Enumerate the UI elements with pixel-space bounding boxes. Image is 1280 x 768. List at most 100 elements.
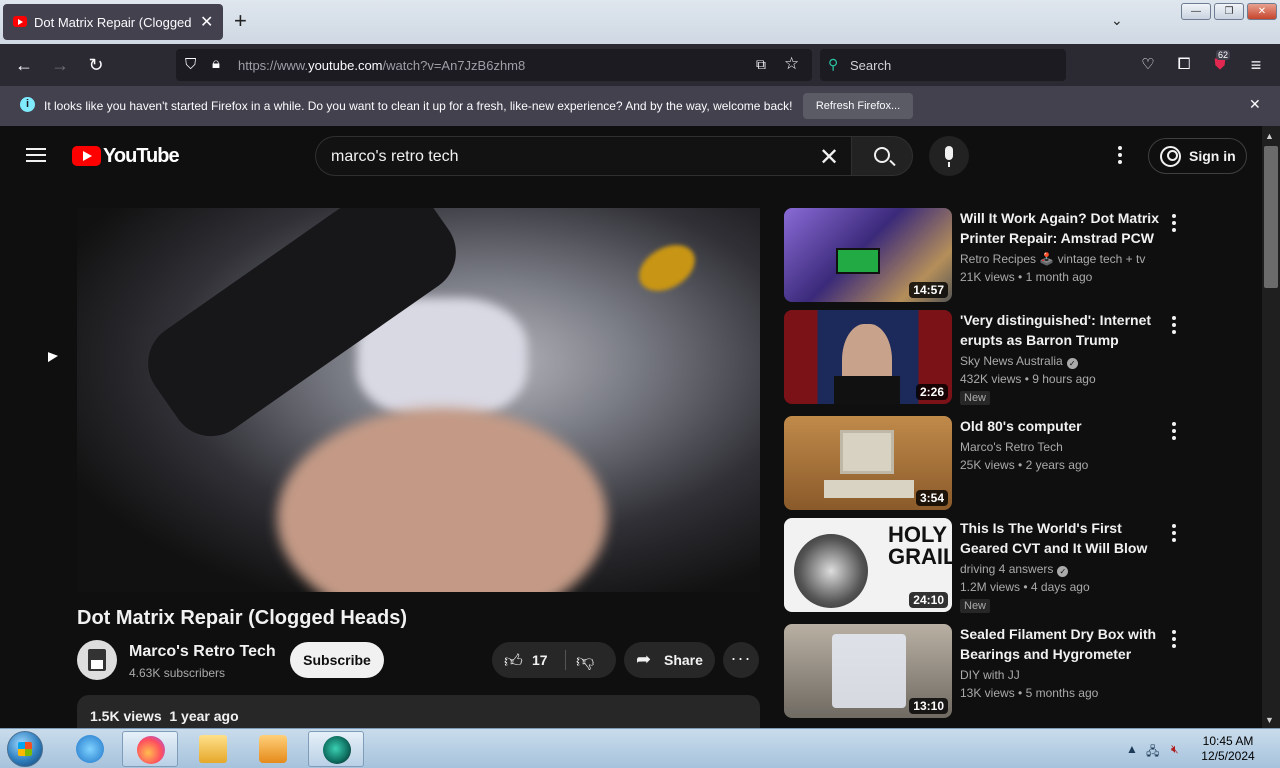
restore-button[interactable]: ❐: [1214, 3, 1244, 20]
bookmark-star-icon[interactable]: ☆: [784, 54, 799, 74]
reload-icon[interactable]: ↻: [83, 52, 109, 78]
channel-avatar[interactable]: [77, 640, 117, 680]
tracking-protection-shield-icon[interactable]: ⛉: [185, 56, 196, 73]
recommended-channel[interactable]: DIY with JJ: [960, 668, 1020, 682]
recommended-title[interactable]: Will It Work Again? Dot Matrix Printer R…: [960, 208, 1164, 248]
show-hidden-icons-icon[interactable]: ▲: [1126, 742, 1138, 756]
pocket-icon[interactable]: ♡: [1135, 52, 1161, 78]
start-button[interactable]: [7, 731, 43, 767]
youtube-search-input[interactable]: marco's retro tech ✕: [315, 136, 851, 176]
new-badge: New: [960, 391, 991, 405]
video-options-icon[interactable]: [1172, 630, 1176, 651]
video-options-icon[interactable]: [1172, 422, 1176, 443]
subscriber-count: 4.63K subscribers: [129, 666, 226, 680]
search-query[interactable]: marco's retro tech: [331, 148, 459, 166]
tab-close-icon[interactable]: ✕: [200, 12, 213, 32]
notification-close-icon[interactable]: ✕: [1249, 96, 1261, 113]
video-thumbnail[interactable]: 14:57: [784, 208, 952, 302]
refresh-firefox-button[interactable]: Refresh Firefox...: [803, 93, 913, 119]
url-bar[interactable]: ⛉ 🔒︎ https://www.youtube.com/watch?v=An7…: [176, 49, 812, 81]
video-duration: 14:57: [909, 282, 948, 298]
thumbnail-gear-shape: [794, 534, 868, 608]
guide-menu-icon[interactable]: [26, 148, 46, 162]
new-tab-button[interactable]: +: [234, 10, 247, 32]
forward-arrow-icon[interactable]: →: [47, 52, 73, 78]
recommended-video[interactable]: 13:10 Sealed Filament Dry Box with Beari…: [784, 624, 1184, 718]
browser-search-bar[interactable]: ⚲ Search: [820, 49, 1066, 81]
scrollbar-thumb[interactable]: [1264, 146, 1278, 288]
recommended-title[interactable]: This Is The World's First Geared CVT and…: [960, 518, 1164, 558]
recommended-title[interactable]: 'Very distinguished': Internet erupts as…: [960, 310, 1164, 350]
thumbnail-dry-box-shape: [832, 634, 906, 708]
media-player-taskbar-button[interactable]: [245, 731, 301, 767]
folder-icon: [199, 735, 227, 763]
recommended-channel[interactable]: Sky News Australia ✓: [960, 354, 1078, 369]
video-thumbnail[interactable]: 2:26: [784, 310, 952, 404]
description-box[interactable]: 1.5K views 1 year ago: [77, 695, 760, 728]
recommended-channel[interactable]: Retro Recipes 🕹️ vintage tech + tv: [960, 252, 1145, 266]
app-icon: [323, 736, 351, 764]
youtube-page: YouTube marco's retro tech ✕ Sign in Dot…: [0, 126, 1262, 728]
video-duration: 2:26: [915, 384, 948, 400]
browser-nav-bar: ← → ↻ ⛉ 🔒︎ https://www.youtube.com/watch…: [0, 44, 1280, 86]
firefox-icon: [137, 736, 165, 764]
close-window-button[interactable]: ✕: [1247, 3, 1277, 20]
recommended-video[interactable]: 3:54 Old 80's computer Marco's Retro Tec…: [784, 416, 1184, 510]
firefox-taskbar-button[interactable]: [122, 731, 178, 767]
video-thumbnail[interactable]: 13:10: [784, 624, 952, 718]
recommended-meta: 25K views • 2 years ago: [960, 458, 1089, 472]
thumbs-down-icon[interactable]: 👎︎: [576, 650, 594, 672]
file-explorer-taskbar-button[interactable]: [185, 731, 241, 767]
network-icon[interactable]: 🖧︎: [1146, 742, 1159, 763]
url-text[interactable]: https://www.youtube.com/watch?v=An7JzB6z…: [238, 58, 525, 73]
list-all-tabs-chevron-down-icon[interactable]: ⌄: [1111, 12, 1123, 29]
recommended-meta: 432K views • 9 hours ago: [960, 372, 1096, 386]
microphone-icon: [945, 146, 953, 160]
extensions-puzzle-icon[interactable]: ⧠: [1171, 52, 1197, 78]
channel-name[interactable]: Marco's Retro Tech: [129, 643, 276, 661]
sign-in-button[interactable]: Sign in: [1148, 138, 1247, 174]
thumbnail-printer-shape: [836, 248, 880, 274]
voice-search-button[interactable]: [929, 136, 969, 176]
browser-tab-active[interactable]: Dot Matrix Repair (Clogged Heads) - YouT…: [3, 4, 223, 40]
video-thumbnail[interactable]: 3:54: [784, 416, 952, 510]
recommended-title[interactable]: Old 80's computer: [960, 416, 1164, 436]
video-thumbnail[interactable]: HOLY GRAIL 24:10: [784, 518, 952, 612]
recommended-video[interactable]: 14:57 Will It Work Again? Dot Matrix Pri…: [784, 208, 1184, 302]
like-count[interactable]: 17: [532, 652, 548, 668]
clock-date: 12/5/2024: [1201, 749, 1255, 763]
picture-in-picture-icon[interactable]: ⧉: [756, 56, 766, 73]
lock-icon[interactable]: 🔒︎: [212, 55, 220, 72]
youtube-logo-icon[interactable]: [72, 146, 101, 166]
hamburger-menu-icon[interactable]: ≡: [1243, 52, 1269, 78]
recommended-title[interactable]: Sealed Filament Dry Box with Bearings an…: [960, 624, 1164, 664]
back-arrow-icon[interactable]: ←: [11, 52, 37, 78]
video-options-icon[interactable]: [1172, 214, 1176, 235]
thumbs-up-icon[interactable]: 👍︎: [504, 650, 523, 672]
volume-muted-icon[interactable]: 🔇︎: [1171, 742, 1179, 757]
search-placeholder: Search: [850, 58, 892, 73]
video-options-icon[interactable]: [1172, 316, 1176, 337]
youtube-search-button[interactable]: [851, 136, 913, 176]
scroll-up-arrow-icon[interactable]: ▲: [1265, 131, 1274, 141]
clear-search-icon[interactable]: ✕: [819, 143, 839, 172]
share-button[interactable]: ➦ Share: [624, 642, 715, 678]
internet-explorer-icon: [76, 735, 104, 763]
scroll-down-arrow-icon[interactable]: ▼: [1265, 715, 1274, 725]
subscribe-button[interactable]: Subscribe: [290, 642, 384, 678]
internet-explorer-taskbar-button[interactable]: [62, 731, 118, 767]
app-taskbar-button[interactable]: [308, 731, 364, 767]
video-player[interactable]: [77, 208, 760, 592]
settings-more-icon[interactable]: [1118, 146, 1122, 167]
video-options-icon[interactable]: [1172, 524, 1176, 545]
minimize-button[interactable]: —: [1181, 3, 1211, 20]
recommended-video[interactable]: HOLY GRAIL 24:10 This Is The World's Firs…: [784, 518, 1184, 613]
recommended-channel[interactable]: Marco's Retro Tech: [960, 440, 1063, 454]
recommended-video[interactable]: 2:26 'Very distinguished': Internet erup…: [784, 310, 1184, 405]
video-title: Dot Matrix Repair (Clogged Heads): [77, 607, 408, 629]
info-icon: i: [20, 97, 35, 112]
more-actions-button[interactable]: ···: [723, 642, 759, 678]
clock[interactable]: 10:45 AM 12/5/2024: [1196, 734, 1260, 764]
youtube-logo-text[interactable]: YouTube: [103, 145, 180, 168]
recommended-channel[interactable]: driving 4 answers ✓: [960, 562, 1069, 577]
